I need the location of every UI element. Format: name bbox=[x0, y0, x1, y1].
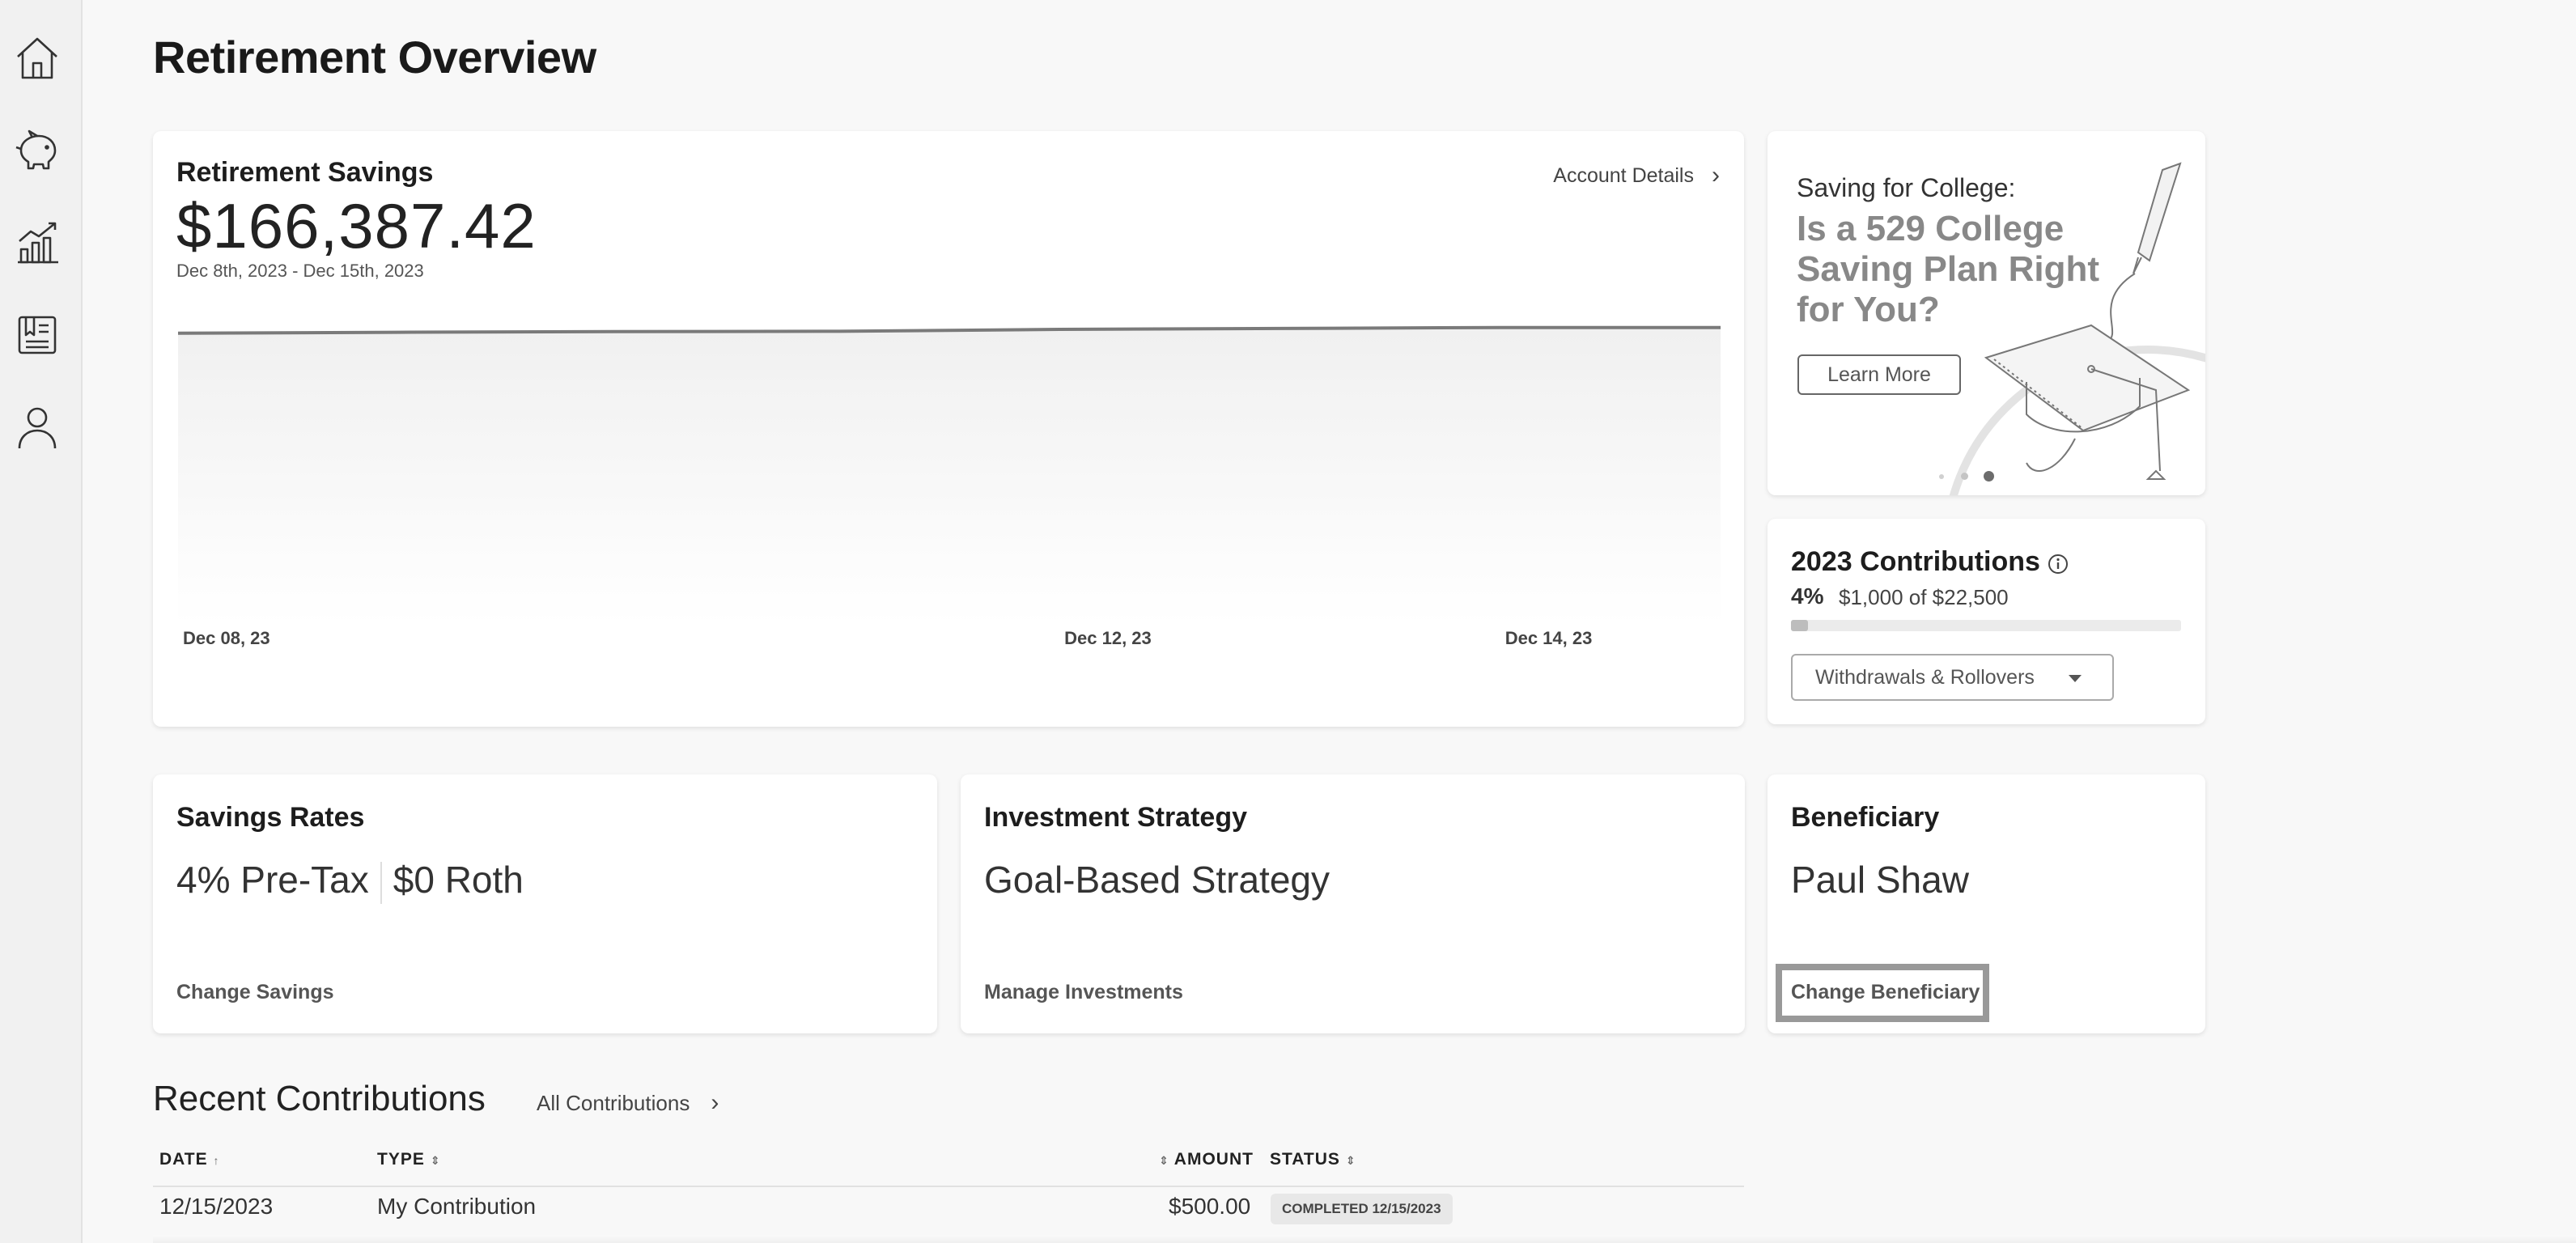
contributions-title: 2023 Contributions bbox=[1791, 546, 2040, 577]
piggy-bank-icon[interactable] bbox=[11, 125, 63, 176]
x-tick-label: Dec 12, 23 bbox=[1064, 628, 1152, 648]
carousel-dot-2[interactable] bbox=[1961, 473, 1968, 480]
contributions-card: 2023 Contributions 4% $1,000 of $22,500 … bbox=[1768, 519, 2205, 724]
user-icon[interactable] bbox=[11, 401, 63, 453]
investment-strategy-card: Investment Strategy Goal-Based Strategy … bbox=[961, 774, 1745, 1033]
manage-investments-link[interactable]: Manage Investments bbox=[984, 981, 1183, 1004]
strategy-value: Goal-Based Strategy bbox=[984, 859, 1330, 901]
college-savings-promo: Saving for College: Is a 529 College Sav… bbox=[1768, 131, 2205, 495]
beneficiary-title: Beneficiary bbox=[1791, 802, 1940, 833]
column-header-date[interactable]: DATE ↑ bbox=[159, 1150, 219, 1169]
column-header-type[interactable]: TYPE ⇕ bbox=[377, 1150, 440, 1169]
sidebar bbox=[0, 0, 83, 1243]
savings-rates-value: 4% Pre-Tax $0 Roth bbox=[176, 858, 524, 904]
document-icon[interactable] bbox=[11, 309, 63, 361]
column-header-amount[interactable]: ⇕ AMOUNT bbox=[1159, 1150, 1254, 1169]
home-icon[interactable] bbox=[11, 32, 63, 84]
savings-rates-title: Savings Rates bbox=[176, 802, 365, 833]
chevron-right-icon: › bbox=[711, 1089, 719, 1116]
column-amount-label: AMOUNT bbox=[1173, 1150, 1254, 1169]
savings-rates-card: Savings Rates 4% Pre-Tax $0 Roth Change S… bbox=[153, 774, 937, 1033]
chevron-right-icon: › bbox=[1712, 162, 1720, 189]
withdrawals-dropdown[interactable]: Withdrawals & Rollovers bbox=[1791, 654, 2114, 701]
all-contributions-label: All Contributions bbox=[537, 1090, 690, 1115]
beneficiary-card: Beneficiary Paul Shaw Change Beneficiary bbox=[1768, 774, 2205, 1033]
promo-kicker: Saving for College: bbox=[1797, 173, 2016, 202]
row-date: 12/15/2023 bbox=[159, 1194, 274, 1219]
sort-icon: ⇕ bbox=[430, 1154, 441, 1167]
column-type-label: TYPE bbox=[377, 1150, 425, 1169]
chart-growth-icon[interactable] bbox=[11, 217, 63, 269]
sort-up-icon: ↑ bbox=[213, 1154, 220, 1167]
savings-chart: Dec 08, 23 Dec 12, 23 Dec 14, 23 bbox=[177, 325, 1721, 648]
contributions-progress-bar bbox=[1791, 620, 2181, 631]
retirement-savings-title: Retirement Savings bbox=[176, 157, 434, 188]
account-details-link[interactable]: Account Details › bbox=[1553, 162, 1720, 189]
page-title: Retirement Overview bbox=[153, 32, 596, 83]
beneficiary-name: Paul Shaw bbox=[1791, 859, 1969, 901]
all-contributions-link[interactable]: All Contributions › bbox=[537, 1089, 719, 1117]
sort-icon: ⇕ bbox=[1159, 1154, 1169, 1167]
change-beneficiary-link[interactable]: Change Beneficiary bbox=[1791, 981, 1980, 1004]
table-row-partial bbox=[153, 1235, 2576, 1243]
retirement-savings-card: Retirement Savings $166,387.42 Dec 8th, … bbox=[153, 131, 1744, 727]
promo-headline: Is a 529 College Saving Plan Right for Y… bbox=[1797, 209, 2100, 329]
info-icon[interactable] bbox=[2048, 554, 2069, 575]
account-details-label: Account Details bbox=[1553, 163, 1694, 187]
table-divider bbox=[153, 1186, 1744, 1187]
sort-icon: ⇕ bbox=[1345, 1154, 1356, 1167]
withdrawals-dropdown-label: Withdrawals & Rollovers bbox=[1815, 665, 2035, 689]
pretax-rate: 4% Pre-Tax bbox=[176, 859, 369, 901]
contributions-percent: 4% bbox=[1791, 583, 1824, 609]
savings-amount: $166,387.42 bbox=[176, 190, 537, 261]
x-tick-label: Dec 08, 23 bbox=[183, 628, 270, 648]
chart-area bbox=[178, 327, 1721, 625]
row-type: My Contribution bbox=[377, 1194, 537, 1219]
rate-divider bbox=[380, 861, 382, 904]
column-header-status[interactable]: STATUS ⇕ bbox=[1270, 1150, 1356, 1169]
recent-contributions-title: Recent Contributions bbox=[153, 1079, 486, 1118]
contributions-progress-text: $1,000 of $22,500 bbox=[1839, 585, 2009, 609]
contributions-progress-fill bbox=[1791, 620, 1809, 631]
status-badge: COMPLETED 12/15/2023 bbox=[1271, 1194, 1453, 1224]
x-tick-label: Dec 14, 23 bbox=[1505, 628, 1593, 648]
caret-down-icon bbox=[2069, 675, 2082, 682]
roth-rate: $0 Roth bbox=[393, 859, 524, 901]
column-status-label: STATUS bbox=[1270, 1150, 1340, 1169]
row-amount: $500.00 bbox=[1169, 1194, 1251, 1219]
learn-more-button[interactable]: Learn More bbox=[1797, 354, 1961, 395]
carousel-dot-3[interactable] bbox=[1984, 471, 1994, 482]
date-range: Dec 8th, 2023 - Dec 15th, 2023 bbox=[176, 261, 424, 281]
change-savings-link[interactable]: Change Savings bbox=[176, 981, 334, 1004]
carousel-dot-1[interactable] bbox=[1939, 474, 1944, 479]
column-date-label: DATE bbox=[159, 1150, 208, 1169]
investment-strategy-title: Investment Strategy bbox=[984, 802, 1247, 833]
